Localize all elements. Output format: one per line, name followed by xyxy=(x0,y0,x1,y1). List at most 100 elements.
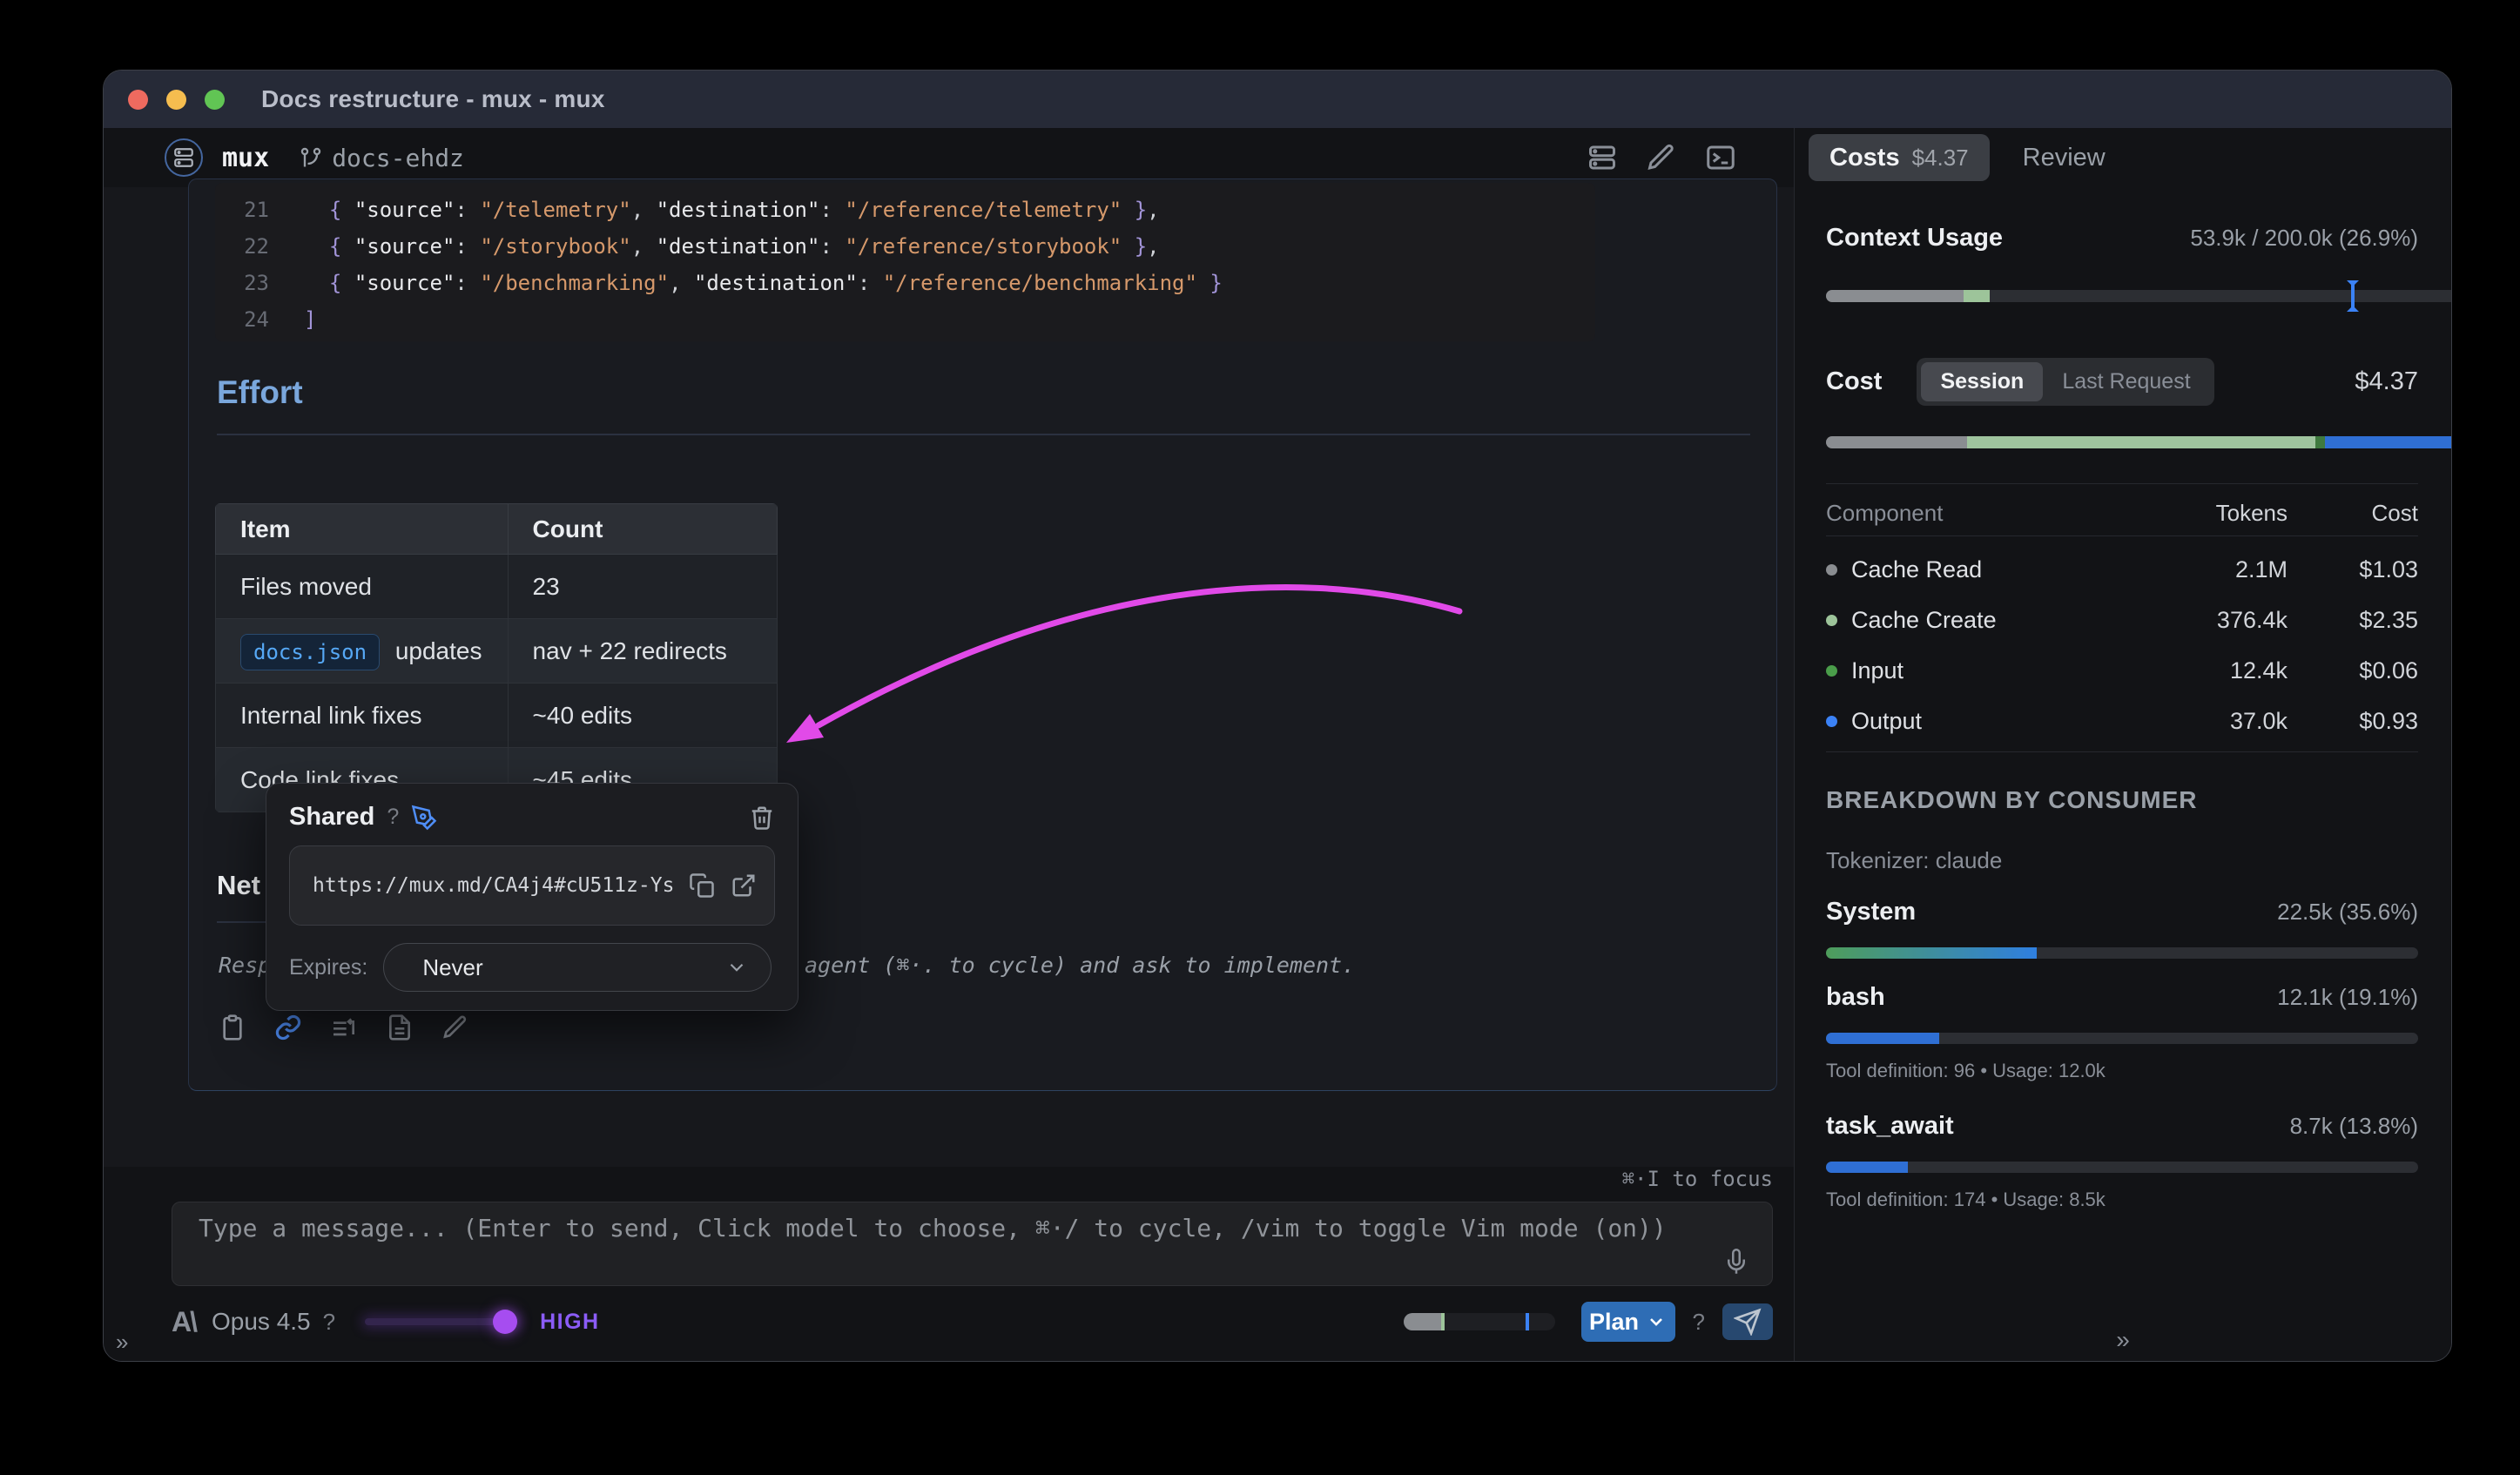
document-icon xyxy=(386,1014,414,1041)
table-header-item: Item xyxy=(216,504,509,555)
consumer-list: System22.5k (35.6%) bash12.1k (19.1%)Tool… xyxy=(1826,898,2418,1241)
pencil-icon xyxy=(1646,142,1677,173)
cost-col-header: Cost xyxy=(2288,500,2418,527)
share-url[interactable]: https://mux.md/CA4j4#cU511z-Ys xyxy=(313,874,673,897)
cost-scope-last-request[interactable]: Last Request xyxy=(2043,362,2209,401)
consumer-block-System: System22.5k (35.6%) xyxy=(1826,898,2418,959)
scroll-more-indicator[interactable]: » xyxy=(1795,1326,2451,1354)
close-button[interactable] xyxy=(128,90,148,110)
header-actions xyxy=(1587,142,1736,173)
terminal-button[interactable] xyxy=(1705,142,1736,173)
context-usage-label: Context Usage xyxy=(1826,224,2003,253)
edit-button[interactable] xyxy=(1646,142,1677,173)
section-heading-net: Net xyxy=(217,870,260,901)
branch-name: docs-ehdz xyxy=(332,144,464,172)
effort-level-label: HIGH xyxy=(540,1310,600,1335)
tool-definition-note: Tool definition: 96 • Usage: 12.0k xyxy=(1826,1060,2418,1082)
line-number: 23 xyxy=(215,265,269,301)
line-number: 24 xyxy=(215,301,269,338)
code-line: 21 { "source": "/telemetry", "destinatio… xyxy=(215,192,1595,228)
code-block: 21 { "source": "/telemetry", "destinatio… xyxy=(215,183,1595,341)
legend-dot-icon xyxy=(1826,665,1837,677)
trash-icon[interactable] xyxy=(749,805,775,831)
send-icon xyxy=(1734,1308,1762,1336)
breakdown-heading: BREAKDOWN BY CONSUMER xyxy=(1826,786,2418,814)
effort-table: Item Count Files moved23docs.json update… xyxy=(215,503,778,812)
composer-area: ⌘·I to focus A\ Opus 4.5 ? HIGH xyxy=(104,1167,1794,1361)
message-actions xyxy=(219,1014,469,1041)
clipboard-icon xyxy=(219,1014,246,1041)
compaction-marker[interactable] xyxy=(2351,284,2355,308)
expires-label: Expires: xyxy=(289,955,367,980)
send-button[interactable] xyxy=(1722,1303,1773,1340)
cost-label: Cost xyxy=(1826,367,1882,396)
divider xyxy=(1826,535,2418,536)
table-row: Internal link fixes~40 edits xyxy=(216,684,778,748)
tool-definition-note: Tool definition: 174 • Usage: 8.5k xyxy=(1826,1189,2418,1211)
cost-value: $4.37 xyxy=(2355,367,2418,396)
heading-divider xyxy=(217,434,1750,435)
component-table-header: Component Tokens Cost xyxy=(1826,494,2418,532)
table-header-count: Count xyxy=(508,504,777,555)
plan-label: Plan xyxy=(1589,1309,1639,1336)
app-name: mux xyxy=(222,143,269,173)
consumer-block-task_await: task_await8.7k (13.8%)Tool definition: 1… xyxy=(1826,1112,2418,1211)
cost-row: Cost SessionLast Request $4.37 xyxy=(1826,358,2418,406)
rows-icon xyxy=(1587,142,1618,173)
divider xyxy=(1826,751,2418,752)
model-selector[interactable]: Opus 4.5 xyxy=(212,1308,311,1336)
copy-message-button[interactable] xyxy=(219,1014,246,1041)
context-usage-bar[interactable] xyxy=(1826,290,2452,302)
consumer-block-bash: bash12.1k (19.1%)Tool definition: 96 • U… xyxy=(1826,983,2418,1082)
composer-toolbar: A\ Opus 4.5 ? HIGH Plan xyxy=(172,1302,1773,1342)
tab-review[interactable]: Review xyxy=(2023,144,2106,172)
tab-costs-badge: $4.37 xyxy=(1912,145,1969,172)
window-title: Docs restructure - mux - mux xyxy=(261,85,605,113)
workspace-icon[interactable] xyxy=(165,138,203,177)
inline-code-chip: docs.json xyxy=(240,634,380,670)
message-composer xyxy=(172,1202,1773,1286)
message-input[interactable] xyxy=(172,1202,1772,1285)
sidebar-tabs: Costs $4.37 Review xyxy=(1795,128,2451,187)
layout-rows-button[interactable] xyxy=(1587,142,1618,173)
expires-row: Expires: Never xyxy=(266,943,798,992)
tokenizer-label: Tokenizer: claude xyxy=(1826,847,2418,874)
expand-left-indicator[interactable]: » xyxy=(116,1329,128,1356)
code-line: 24] xyxy=(215,301,1595,338)
code-line: 22 { "source": "/storybook", "destinatio… xyxy=(215,228,1595,265)
traffic-lights xyxy=(128,90,225,110)
expires-select[interactable]: Never xyxy=(383,943,771,992)
component-col-header: Component xyxy=(1826,500,2139,527)
component-row: Output37.0k$0.93 xyxy=(1826,696,2418,746)
share-link-button[interactable] xyxy=(274,1014,302,1041)
pen-tool-icon[interactable] xyxy=(411,805,437,831)
model-help[interactable]: ? xyxy=(323,1309,335,1336)
tab-costs[interactable]: Costs $4.37 xyxy=(1809,134,1990,181)
quote-reply-button[interactable] xyxy=(330,1014,358,1041)
copy-icon[interactable] xyxy=(689,872,715,899)
plan-help[interactable]: ? xyxy=(1693,1309,1705,1336)
chevron-down-icon xyxy=(725,956,748,979)
plan-mode-button[interactable]: Plan xyxy=(1581,1302,1675,1342)
code-line: 23 { "source": "/benchmarking", "destina… xyxy=(215,265,1595,301)
component-rows: Cache Read2.1M$1.03Cache Create376.4k$2.… xyxy=(1826,544,2418,746)
external-link-icon[interactable] xyxy=(731,872,757,899)
edit-message-button[interactable] xyxy=(441,1014,469,1041)
content-row: mux docs-ehdz 21 { "source" xyxy=(104,128,2451,1361)
share-help[interactable]: ? xyxy=(387,805,399,830)
main-column: mux docs-ehdz 21 { "source" xyxy=(104,128,1795,1361)
expires-value: Never xyxy=(422,954,482,981)
consumer-usage-bar xyxy=(1826,1033,2418,1044)
section-heading-effort: Effort xyxy=(217,374,303,411)
view-source-button[interactable] xyxy=(386,1014,414,1041)
branch-indicator[interactable]: docs-ehdz xyxy=(299,144,464,172)
slider-knob[interactable] xyxy=(493,1310,517,1334)
legend-dot-icon xyxy=(1826,716,1837,727)
zoom-button[interactable] xyxy=(205,90,225,110)
minimize-button[interactable] xyxy=(166,90,186,110)
reasoning-effort-slider[interactable] xyxy=(365,1309,517,1335)
cost-scope-session[interactable]: Session xyxy=(1921,362,2043,401)
mic-button[interactable] xyxy=(1723,1249,1749,1275)
context-usage-value: 53.9k / 200.0k (26.9%) xyxy=(2190,225,2418,252)
response-text-fragment: agent (⌘·. to cycle) and ask to implemen… xyxy=(805,953,1355,978)
